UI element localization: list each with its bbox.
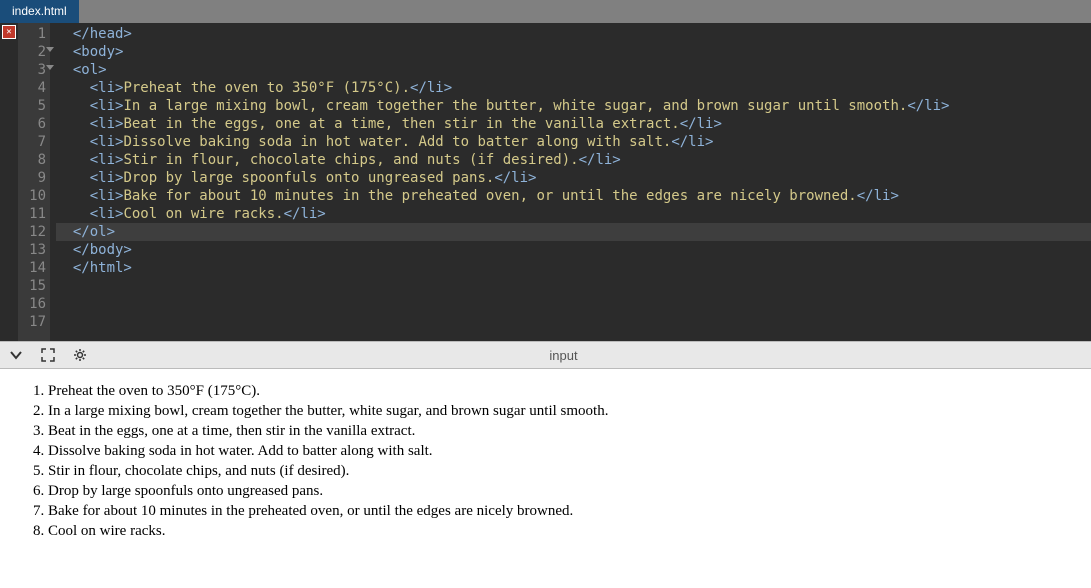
code-line[interactable]: </html> xyxy=(56,259,1091,277)
error-gutter: ✕ xyxy=(0,23,18,341)
code-line[interactable]: </head> xyxy=(56,25,1091,43)
code-line[interactable]: <li>Bake for about 10 minutes in the pre… xyxy=(56,187,1091,205)
code-line[interactable] xyxy=(56,313,1091,331)
line-number: 15 xyxy=(18,277,46,295)
line-number: 14 xyxy=(18,259,46,277)
fold-icon[interactable] xyxy=(46,47,54,52)
code-line[interactable]: </body> xyxy=(56,241,1091,259)
line-number: 16 xyxy=(18,295,46,313)
output-item: Cool on wire racks. xyxy=(48,521,1083,541)
output-item: Stir in flour, chocolate chips, and nuts… xyxy=(48,461,1083,481)
code-line[interactable]: <li>Beat in the eggs, one at a time, the… xyxy=(56,115,1091,133)
output-item: In a large mixing bowl, cream together t… xyxy=(48,401,1083,421)
code-line[interactable]: <li>Drop by large spoonfuls onto ungreas… xyxy=(56,169,1091,187)
output-list: Preheat the oven to 350°F (175°C).In a l… xyxy=(8,381,1083,541)
output-item: Bake for about 10 minutes in the preheat… xyxy=(48,501,1083,521)
output-panel: Preheat the oven to 350°F (175°C).In a l… xyxy=(0,369,1091,549)
line-number: 7 xyxy=(18,133,46,151)
line-number: 5 xyxy=(18,97,46,115)
fold-icon[interactable] xyxy=(46,65,54,70)
code-line[interactable]: <body> xyxy=(56,43,1091,61)
code-line[interactable]: <ol> xyxy=(56,61,1091,79)
line-number: 4 xyxy=(18,79,46,97)
output-item: Drop by large spoonfuls onto ungreased p… xyxy=(48,481,1083,501)
code-line[interactable] xyxy=(56,277,1091,295)
tab-index-html[interactable]: index.html xyxy=(0,0,79,23)
code-line[interactable]: <li>In a large mixing bowl, cream togeth… xyxy=(56,97,1091,115)
code-line[interactable]: <li>Cool on wire racks.</li> xyxy=(56,205,1091,223)
output-item: Beat in the eggs, one at a time, then st… xyxy=(48,421,1083,441)
chevron-down-icon[interactable] xyxy=(8,347,24,363)
line-number: 13 xyxy=(18,241,46,259)
line-number: 9 xyxy=(18,169,46,187)
code-line[interactable]: </ol> xyxy=(56,223,1091,241)
line-number: 2 xyxy=(18,43,46,61)
output-item: Preheat the oven to 350°F (175°C). xyxy=(48,381,1083,401)
line-number: 3 xyxy=(18,61,46,79)
tab-bar: index.html xyxy=(0,0,1091,23)
code-line[interactable]: <li>Preheat the oven to 350°F (175°C).</… xyxy=(56,79,1091,97)
line-number: 8 xyxy=(18,151,46,169)
code-line[interactable] xyxy=(56,295,1091,313)
line-number: 12 xyxy=(18,223,46,241)
error-icon[interactable]: ✕ xyxy=(2,25,16,39)
line-number: 10 xyxy=(18,187,46,205)
line-number: 6 xyxy=(18,115,46,133)
code-line[interactable]: <li>Dissolve baking soda in hot water. A… xyxy=(56,133,1091,151)
code-line[interactable]: <li>Stir in flour, chocolate chips, and … xyxy=(56,151,1091,169)
code-editor[interactable]: ✕ 1234567891011121314151617 </head> <bod… xyxy=(0,23,1091,341)
line-number: 1 xyxy=(18,25,46,43)
line-number: 17 xyxy=(18,313,46,331)
code-area[interactable]: </head> <body> <ol> <li>Preheat the oven… xyxy=(50,23,1091,341)
status-label: input xyxy=(44,348,1083,363)
status-bar: input xyxy=(0,341,1091,369)
line-number: 11 xyxy=(18,205,46,223)
output-item: Dissolve baking soda in hot water. Add t… xyxy=(48,441,1083,461)
line-number-gutter: 1234567891011121314151617 xyxy=(18,23,50,341)
